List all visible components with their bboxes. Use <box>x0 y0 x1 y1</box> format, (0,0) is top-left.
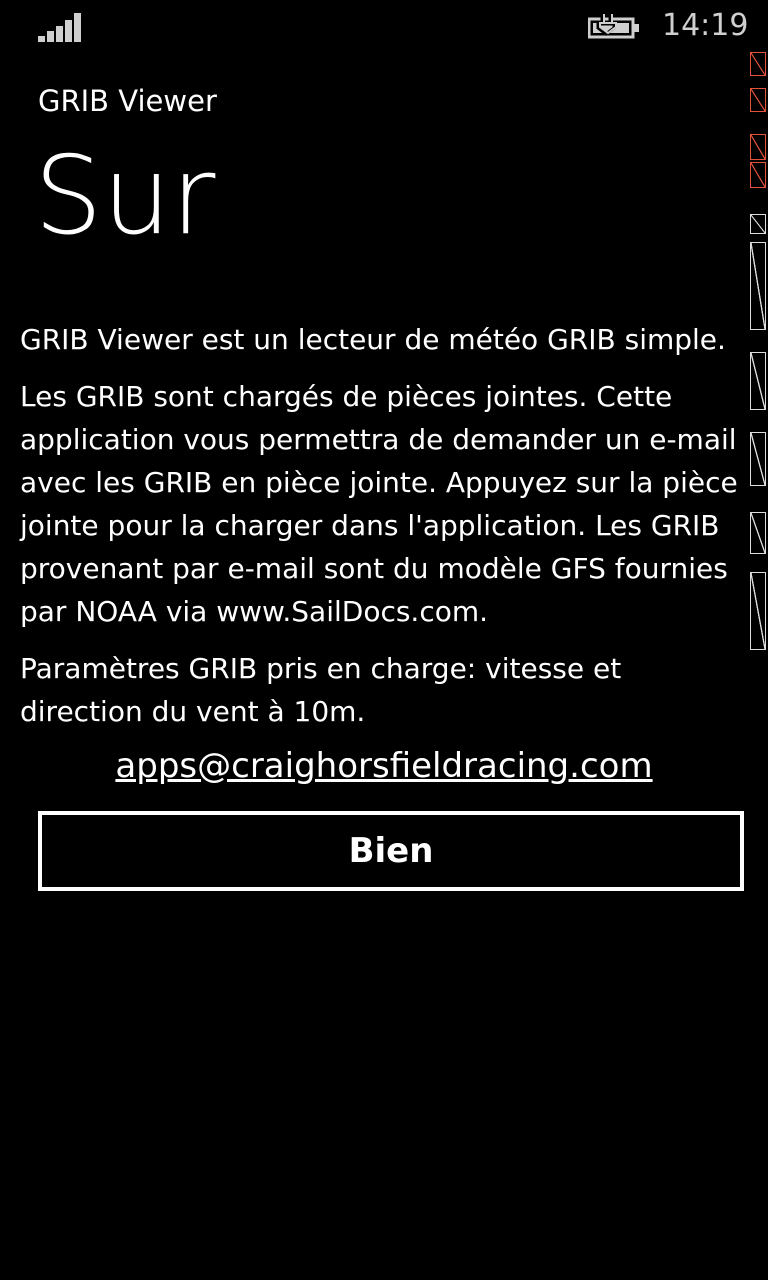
counter-glyph <box>750 134 766 160</box>
app-title: GRIB Viewer <box>38 84 217 118</box>
counter-glyph <box>750 162 766 188</box>
description-paragraph-3: Paramètres GRIB pris en charge: vitesse … <box>20 652 622 728</box>
frame-rate-counter-overlay <box>748 52 768 662</box>
status-bar: 14:19 <box>0 0 768 56</box>
description-paragraph-1: GRIB Viewer est un lecteur de météo GRIB… <box>20 323 726 356</box>
ok-button[interactable]: Bien <box>38 811 744 891</box>
about-content: GRIB Viewer est un lecteur de météo GRIB… <box>20 318 746 747</box>
battery-charging-icon <box>588 14 639 39</box>
counter-glyph <box>750 214 766 234</box>
counter-glyph <box>750 242 766 330</box>
counter-glyph <box>750 352 766 410</box>
counter-glyph <box>750 572 766 650</box>
counter-glyph <box>750 512 766 554</box>
description-paragraph-2: Les GRIB sont chargés de pièces jointes.… <box>20 380 738 628</box>
status-clock: 14:19 <box>662 8 749 43</box>
page-title: Sur <box>34 134 216 259</box>
counter-glyph <box>750 88 766 112</box>
signal-strength-icon <box>38 12 86 42</box>
counter-glyph <box>750 52 766 76</box>
contact-email-link[interactable]: apps@craighorsfieldracing.com <box>0 746 768 786</box>
counter-glyph <box>750 432 766 486</box>
